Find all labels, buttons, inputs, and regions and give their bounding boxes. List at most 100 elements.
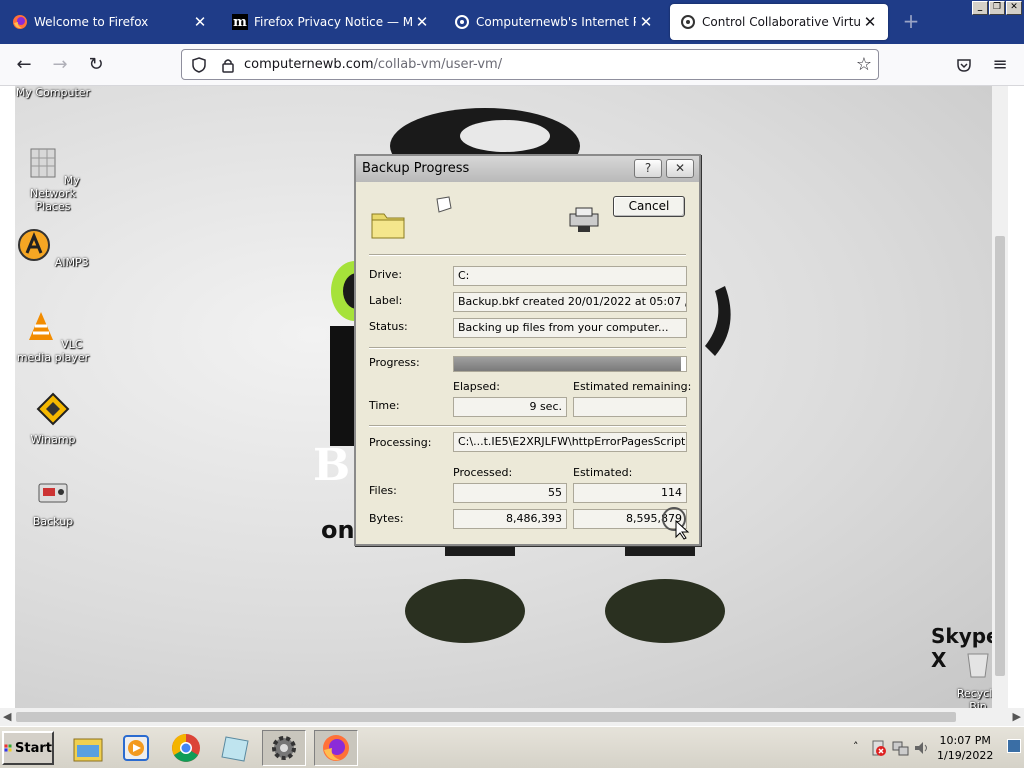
pocket-icon[interactable] [952,53,976,77]
security-alert-icon[interactable] [869,739,887,757]
wallpaper-text-on: on [321,516,355,544]
vlc-icon [28,312,53,340]
estimated-header: Estimated: [573,466,633,479]
bytes-processed-value: 8,486,393 [453,509,567,529]
lock-icon[interactable] [219,56,237,74]
vm-desktop[interactable]: B on Skype X My Computer My Network Plac… [15,86,1008,708]
flying-document-icon [436,196,452,213]
menu-hamburger-icon[interactable]: ≡ [988,53,1012,77]
show-desktop-button[interactable] [1007,739,1021,753]
restore-button[interactable]: ❐ [989,1,1005,15]
help-button[interactable]: ? [634,159,662,178]
taskbar-firefox[interactable] [314,730,358,766]
windows-logo-icon [4,744,12,752]
taskbar-settings[interactable] [262,730,306,766]
mozilla-m-icon: m [232,14,248,30]
start-button[interactable]: Start [2,731,54,765]
system-tray: ˄ 10:07 PM 1/19/2022 [849,727,1024,768]
scroll-right-icon[interactable]: ▶ [1013,710,1021,723]
drive-label: Drive: [369,268,403,281]
scroll-thumb[interactable] [16,712,956,722]
tab-internet-pub-hub[interactable]: Computernewb's Internet Pub Hub ✕ [444,4,664,40]
url-path: /collab-vm/user-vm/ [373,57,503,72]
desktop-icon-label: My Computer [15,86,91,99]
clock-date: 1/19/2022 [937,749,994,762]
files-estimated-value: 114 [573,483,687,503]
drive-value: C: [453,266,687,286]
media-player-icon [123,735,149,761]
vm-screen[interactable]: B on Skype X My Computer My Network Plac… [0,86,1024,726]
processing-value: C:\...t.IE5\E2XRJLFW\httpErrorPagesScrip… [453,432,687,452]
separator [369,254,686,256]
files-processed-value: 55 [453,483,567,503]
backup-icon [38,483,68,503]
separator [369,425,686,427]
busy-cursor-icon [662,507,690,540]
desktop-icon-winamp[interactable]: Winamp [15,392,91,446]
dialog-title: Backup Progress [362,161,470,176]
chrome-icon [172,734,200,762]
url-text[interactable]: computernewb.com/collab-vm/user-vm/ [244,57,502,72]
remaining-header: Estimated remaining: [573,380,692,393]
separator [369,347,686,349]
taskbar-chrome[interactable] [164,730,208,766]
clock[interactable]: 10:07 PM 1/19/2022 [937,733,993,763]
firefox-icon [323,735,349,761]
close-tab-icon[interactable]: ✕ [636,13,656,31]
winamp-icon [36,392,70,426]
recycle-bin-icon [967,653,989,678]
reload-button[interactable]: ↻ [84,53,108,77]
bytes-label: Bytes: [369,512,404,525]
close-dialog-button[interactable]: ✕ [666,159,694,178]
label-label: Label: [369,294,403,307]
wallpaper-letter-b: B [313,440,351,491]
vertical-scrollbar[interactable] [992,86,1008,708]
tab-collab-vm[interactable]: Control Collaborative Virtual Machi ✕ [670,4,888,40]
show-hidden-icons-button[interactable]: ˄ [853,740,859,753]
tab-privacy-notice[interactable]: m Firefox Privacy Notice — Mozilla ✕ [222,4,440,40]
scroll-left-icon[interactable]: ◀ [3,710,11,723]
bookmark-star-icon[interactable]: ☆ [856,54,872,75]
desktop-icon-label: Winamp [30,433,76,446]
desktop-icon-label: Backup [32,515,74,528]
desktop-icon-my-computer[interactable]: My Computer [15,86,91,99]
forward-button[interactable]: → [48,53,72,77]
tab-welcome-firefox[interactable]: Welcome to Firefox ✕ [2,4,218,40]
close-tab-icon[interactable]: ✕ [860,13,880,31]
explorer-icon [73,738,103,762]
processed-header: Processed: [453,466,513,479]
back-button[interactable]: ← [12,53,36,77]
volume-icon[interactable] [913,739,931,757]
desktop-icon-backup[interactable]: Backup [15,474,91,528]
new-tab-button[interactable]: + [900,10,922,32]
dialog-titlebar[interactable]: Backup Progress ? ✕ [356,156,699,182]
start-label: Start [15,740,52,756]
tab-title: Control Collaborative Virtual Machi [702,15,860,29]
status-label: Status: [369,320,408,333]
network-icon[interactable] [891,739,909,757]
backup-progress-dialog: Backup Progress ? ✕ Cancel Drive: C: Lab… [354,154,701,546]
window-controls: _ ❐ ✕ [972,1,1022,15]
label-value: Backup.bkf created 20/01/2022 at 05:07 ص [453,292,687,312]
minimize-button[interactable]: _ [972,1,988,15]
close-tab-icon[interactable]: ✕ [412,13,432,31]
settings-gear-icon [272,736,296,760]
scroll-thumb[interactable] [995,236,1005,676]
close-window-button[interactable]: ✕ [1006,1,1022,15]
tab-title: Computernewb's Internet Pub Hub [476,15,636,29]
progress-bar-fill [454,357,682,371]
taskbar-media-player[interactable] [114,730,158,766]
desktop-icon-network-places[interactable]: My Network Places [15,146,91,213]
processing-label: Processing: [369,436,432,449]
cancel-button[interactable]: Cancel [613,196,685,217]
progress-bar [453,356,687,372]
desktop-icon-aimp[interactable]: AIMP3 [15,228,91,269]
desktop-icon-vlc[interactable]: VLC media player [15,310,91,364]
url-bar[interactable]: computernewb.com/collab-vm/user-vm/ ☆ [181,49,879,80]
taskbar-notepad[interactable] [214,730,258,766]
taskbar-explorer[interactable] [66,730,110,766]
shield-icon[interactable] [190,56,208,74]
close-tab-icon[interactable]: ✕ [190,13,210,31]
horizontal-scrollbar[interactable]: ◀ ▶ [0,708,1024,726]
desktop-icon-label: AIMP3 [54,256,89,269]
